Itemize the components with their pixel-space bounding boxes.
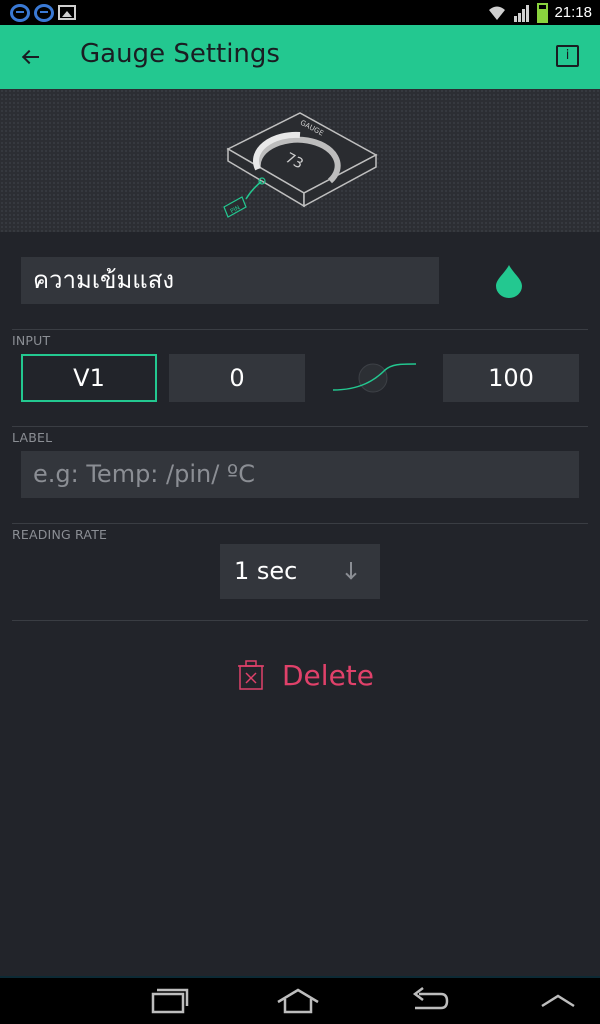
widget-name-field[interactable]: ความเข้มแสง	[21, 257, 439, 304]
trash-icon	[238, 660, 264, 690]
mapping-curve-icon[interactable]	[330, 360, 420, 396]
home-icon[interactable]	[274, 984, 322, 1018]
arrow-down-icon	[344, 562, 358, 580]
reading-rate-section-label: READING RATE	[12, 527, 108, 542]
s-icon	[10, 3, 30, 22]
gauge-illustration: 73 GAUGE PIN	[223, 112, 378, 218]
delete-button[interactable]: Delete	[238, 655, 374, 695]
system-nav-bar	[0, 976, 600, 1024]
recent-apps-icon[interactable]	[145, 984, 193, 1018]
back-button[interactable]	[20, 43, 50, 71]
status-bar: 21:18	[0, 0, 600, 25]
back-icon[interactable]	[405, 984, 453, 1018]
signal-icon	[514, 4, 530, 22]
divider	[12, 426, 588, 427]
clock: 21:18	[554, 4, 592, 21]
min-value-field[interactable]: 0	[169, 354, 305, 402]
divider	[12, 329, 588, 330]
water-drop-icon[interactable]	[495, 264, 523, 298]
divider	[12, 620, 588, 621]
reading-rate-value: 1 sec	[234, 557, 298, 585]
max-value-field[interactable]: 100	[443, 354, 579, 402]
image-icon	[58, 5, 76, 20]
widget-preview: 73 GAUGE PIN	[0, 89, 600, 232]
reading-rate-dropdown[interactable]: 1 sec	[220, 544, 380, 599]
label-section-label: LABEL	[12, 430, 53, 445]
pin-selector-button[interactable]: V1	[21, 354, 157, 402]
app-bar: Gauge Settings	[0, 25, 600, 89]
info-button[interactable]: i	[556, 45, 579, 67]
input-section-label: INPUT	[12, 333, 51, 348]
menu-up-icon[interactable]	[534, 984, 582, 1018]
wifi-icon	[489, 6, 506, 20]
info-icon: i	[565, 48, 570, 63]
label-input[interactable]	[21, 451, 579, 498]
delete-label: Delete	[282, 658, 374, 692]
page-title: Gauge Settings	[80, 39, 280, 69]
battery-icon	[537, 2, 549, 23]
s-icon	[34, 3, 54, 22]
divider	[12, 523, 588, 524]
